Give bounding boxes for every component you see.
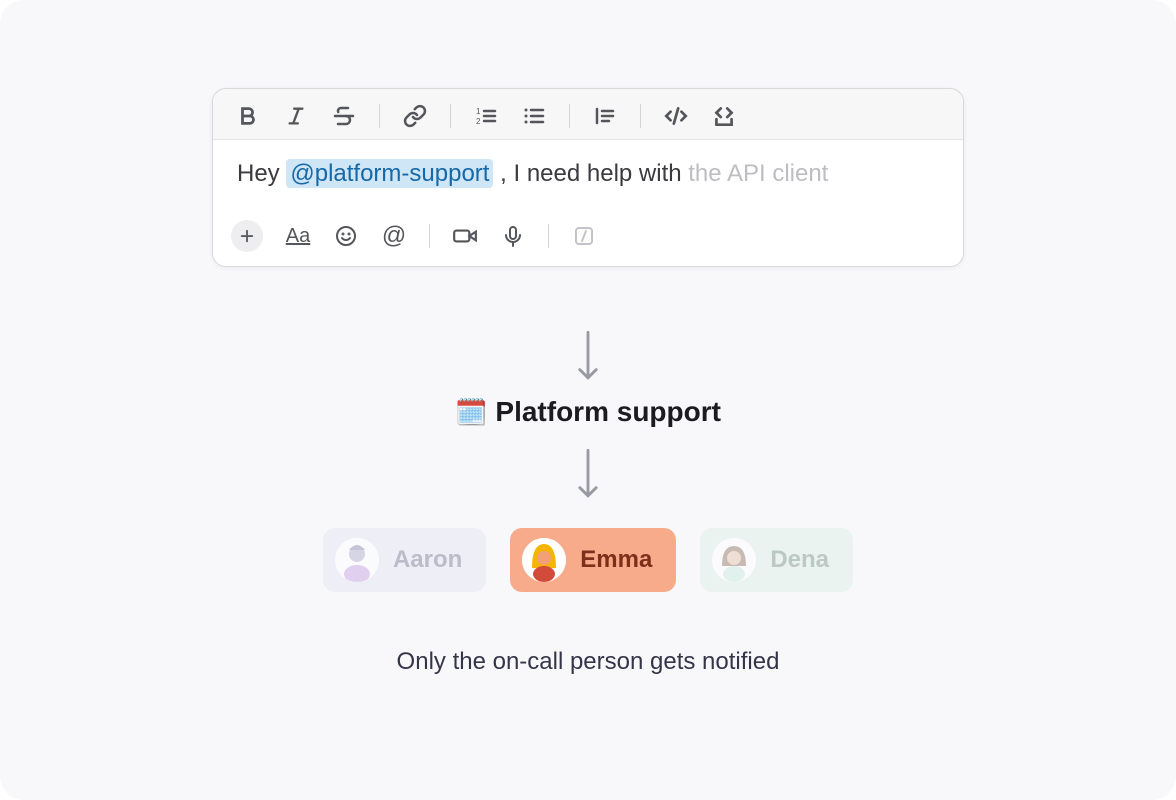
- code-block-icon[interactable]: [711, 103, 737, 129]
- avatar: [335, 538, 379, 582]
- user-name: Dena: [770, 546, 829, 574]
- mention-icon[interactable]: @: [381, 223, 407, 249]
- toolbar-divider: [569, 104, 570, 128]
- svg-text:2: 2: [476, 117, 481, 126]
- schedule-label: 🗓️ Platform support: [0, 396, 1176, 428]
- bold-icon[interactable]: [235, 103, 261, 129]
- toolbar-divider: [429, 224, 430, 248]
- video-icon[interactable]: [452, 223, 478, 249]
- message-prefix: Hey: [237, 160, 286, 187]
- users-row: Aaron Emma Dena: [0, 528, 1176, 592]
- ordered-list-icon[interactable]: 12: [473, 103, 499, 129]
- link-icon[interactable]: [402, 103, 428, 129]
- audio-icon[interactable]: [500, 223, 526, 249]
- user-name: Emma: [580, 546, 652, 574]
- toolbar-divider: [548, 224, 549, 248]
- bullet-list-icon[interactable]: [521, 103, 547, 129]
- strikethrough-icon[interactable]: [331, 103, 357, 129]
- mention-chip[interactable]: @platform-support: [286, 159, 493, 188]
- avatar: [522, 538, 566, 582]
- toolbar-divider: [640, 104, 641, 128]
- calendar-icon: 🗓️: [455, 397, 487, 428]
- arrow-down-icon: [0, 448, 1176, 504]
- diagram-canvas: 12 Hey @platform-support , I need help w…: [0, 0, 1176, 800]
- message-input[interactable]: Hey @platform-support , I need help with…: [213, 140, 963, 210]
- emoji-icon[interactable]: [333, 223, 359, 249]
- message-composer: 12 Hey @platform-support , I need help w…: [212, 88, 964, 267]
- message-suffix-fade: the API client: [688, 160, 828, 187]
- attach-plus-icon[interactable]: [231, 220, 263, 252]
- user-name: Aaron: [393, 546, 462, 574]
- italic-icon[interactable]: [283, 103, 309, 129]
- code-icon[interactable]: [663, 103, 689, 129]
- avatar: [712, 538, 756, 582]
- schedule-title: Platform support: [495, 396, 721, 428]
- formatting-toolbar: 12: [213, 89, 963, 140]
- toolbar-divider: [450, 104, 451, 128]
- action-toolbar: Aa @: [213, 210, 963, 266]
- svg-text:1: 1: [476, 107, 481, 116]
- user-chip-aaron: Aaron: [323, 528, 486, 592]
- text-format-icon[interactable]: Aa: [285, 223, 311, 249]
- blockquote-icon[interactable]: [592, 103, 618, 129]
- message-suffix: , I need help with: [500, 160, 688, 187]
- caption: Only the on-call person gets notified: [0, 648, 1176, 676]
- user-chip-emma: Emma: [510, 528, 676, 592]
- toolbar-divider: [379, 104, 380, 128]
- user-chip-dena: Dena: [700, 528, 853, 592]
- arrow-down-icon: [0, 330, 1176, 386]
- shortcut-icon[interactable]: [571, 223, 597, 249]
